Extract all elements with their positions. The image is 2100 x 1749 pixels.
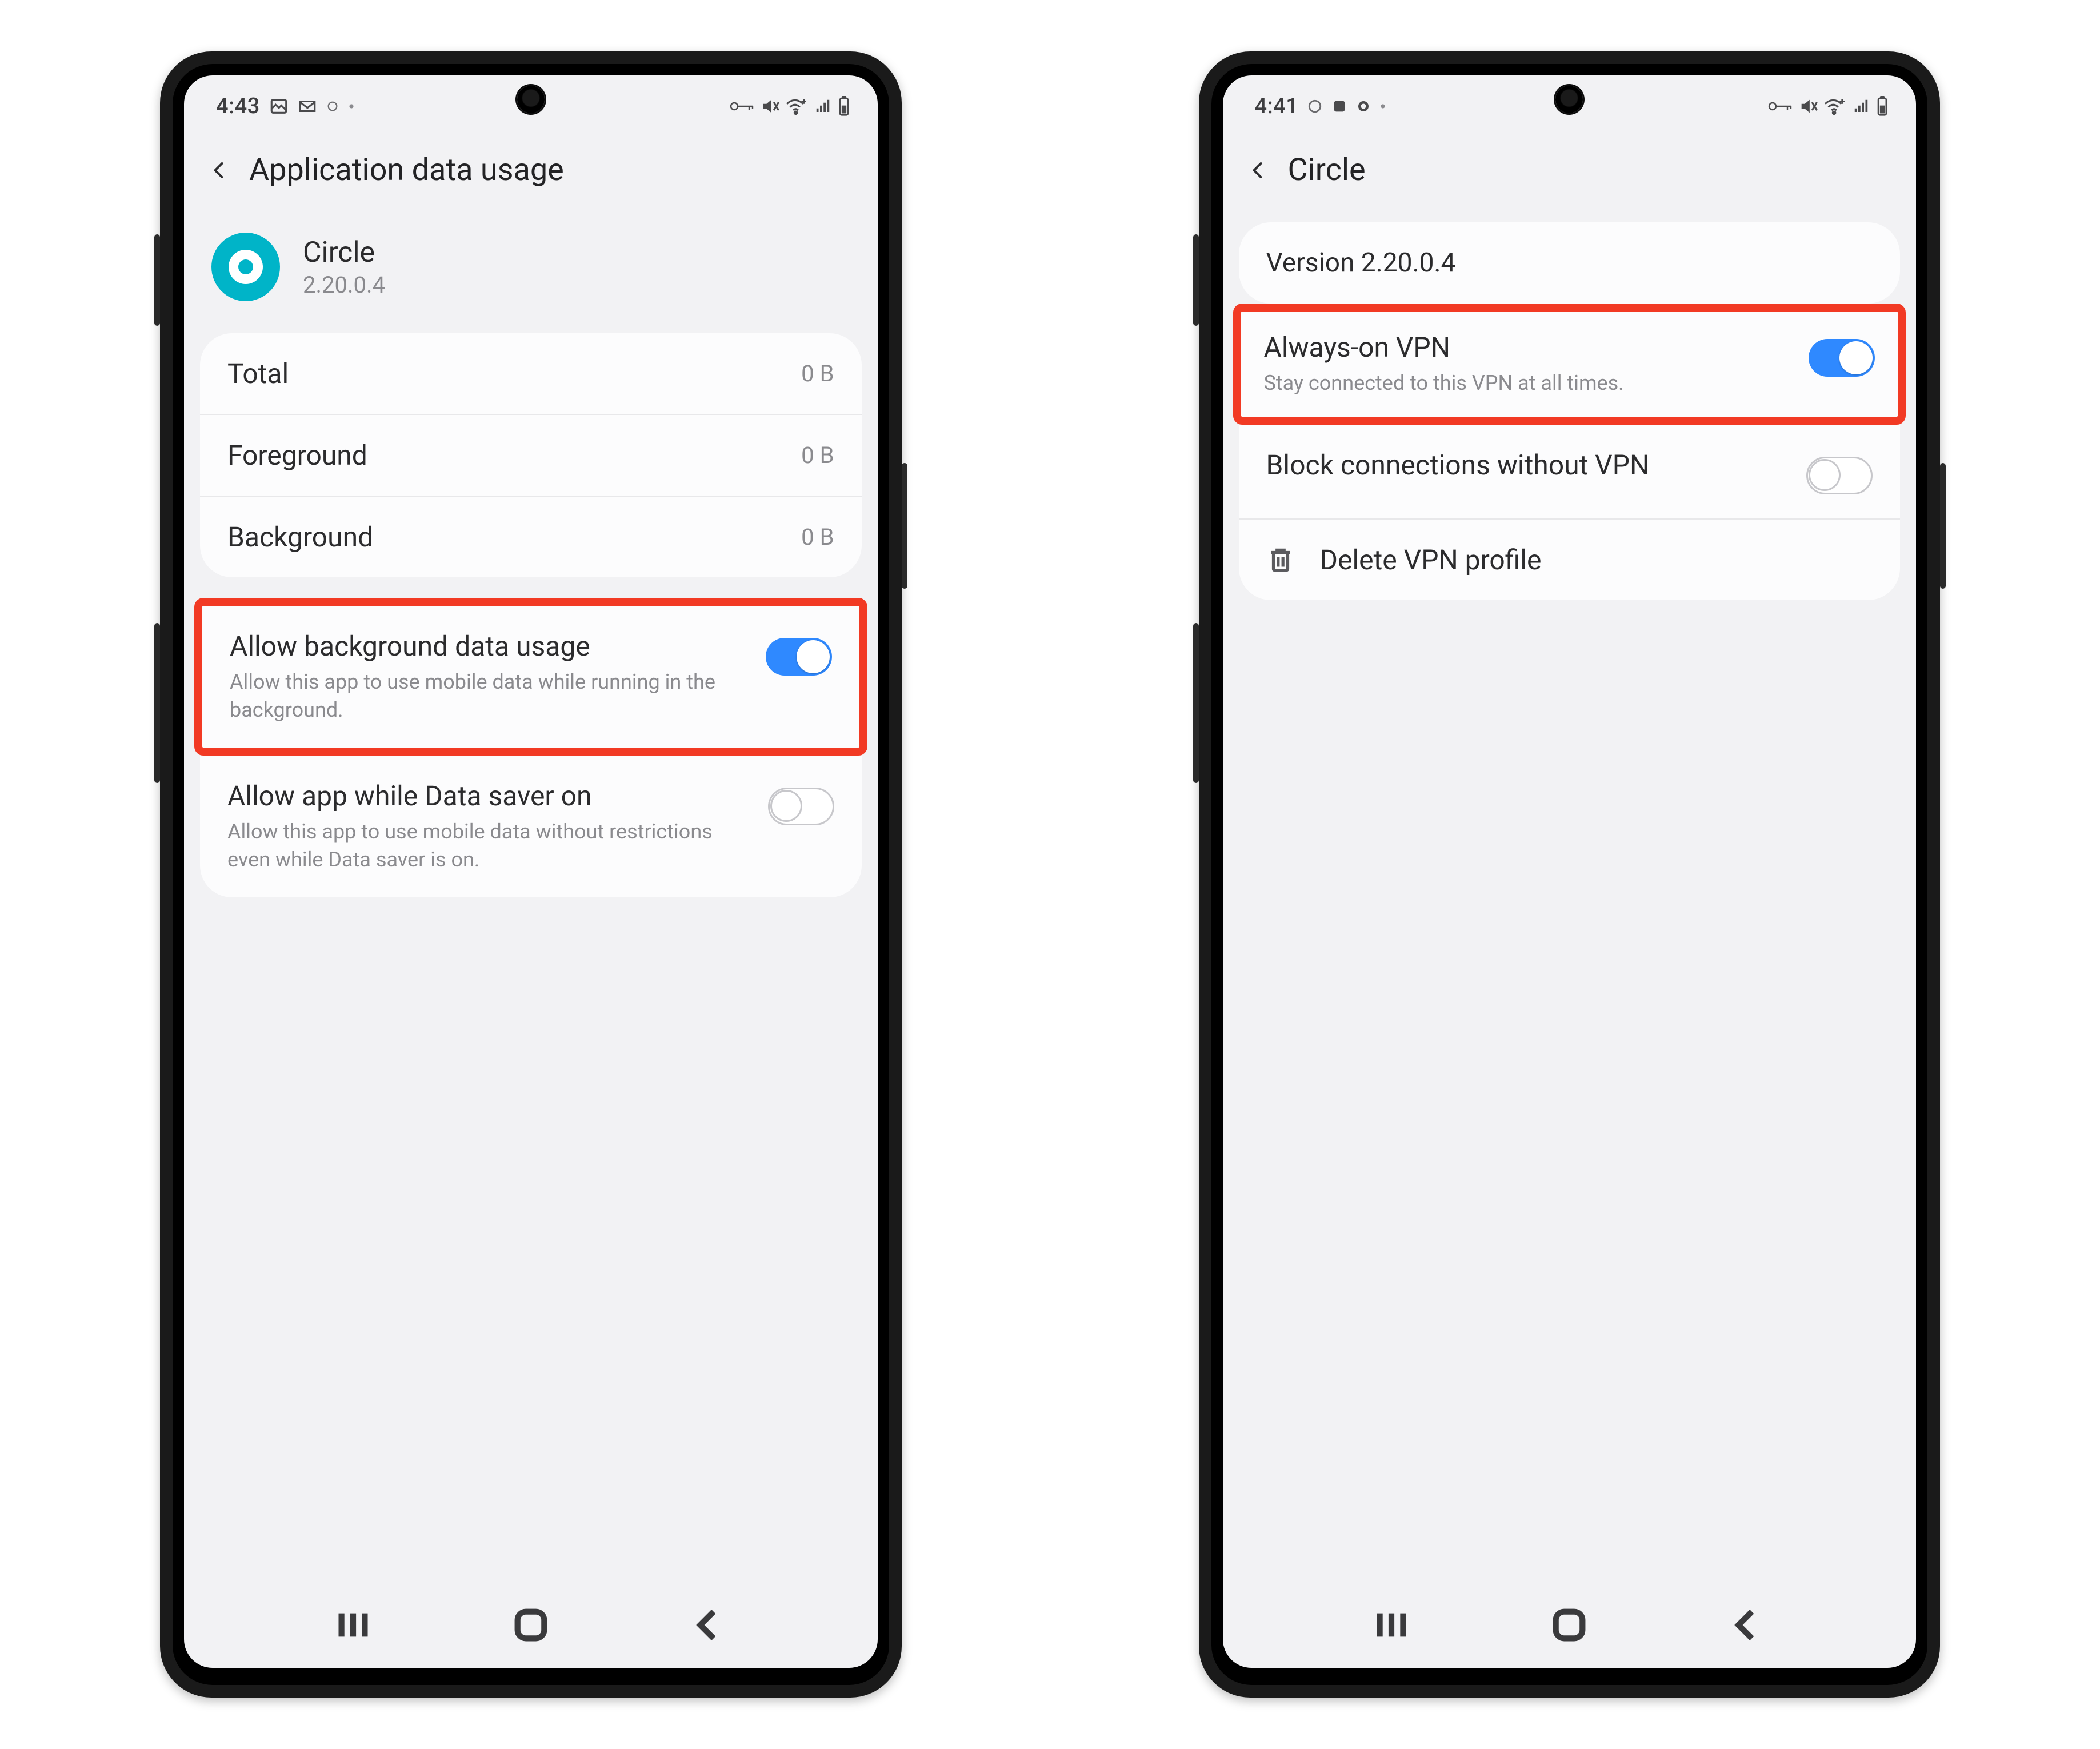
recents-button[interactable] (333, 1605, 373, 1645)
data-stats-card: Total 0 B Foreground 0 B Background 0 B (200, 333, 862, 577)
page-header: Circle (1223, 137, 1917, 222)
rect-solid-icon (1331, 98, 1347, 114)
stat-label: Background (227, 521, 801, 553)
android-navbar (1223, 1582, 1917, 1668)
always-on-vpn-toggle[interactable] (1809, 339, 1875, 377)
always-on-vpn-row[interactable]: Always-on VPN Stay connected to this VPN… (1241, 312, 1898, 417)
status-time: 4:43 (216, 94, 260, 119)
battery-icon (1876, 96, 1889, 117)
phone-left: 4:43 (160, 51, 902, 1698)
delete-vpn-row[interactable]: Delete VPN profile (1239, 518, 1901, 600)
allow-data-saver-toggle[interactable] (768, 788, 834, 825)
app-header: Circle 2.20.0.4 (184, 222, 878, 333)
block-without-vpn-toggle[interactable] (1806, 457, 1873, 494)
wifi-plus-icon (1823, 97, 1846, 116)
signal-icon (1852, 98, 1870, 115)
stat-total-row[interactable]: Total 0 B (200, 333, 862, 414)
stat-label: Foreground (227, 439, 801, 472)
back-button[interactable] (1248, 160, 1269, 181)
page-header: Application data usage (184, 137, 878, 222)
allow-background-data-toggle[interactable] (766, 638, 832, 676)
highlight-bg-data: Allow background data usage Allow this a… (194, 598, 867, 756)
wifi-plus-icon (785, 97, 808, 116)
app-name: Circle (303, 236, 385, 269)
circle-solid-icon (1357, 99, 1370, 113)
toggle-desc: Allow this app to use mobile data withou… (227, 818, 730, 873)
toggle-title: Allow background data usage (230, 630, 747, 662)
vpn-card: Version 2.20.0.4 (1239, 222, 1901, 304)
vpn-key-icon (729, 98, 754, 115)
picture-icon (269, 97, 289, 116)
vpn-card-lower: Block connections without VPN Delete VPN… (1239, 425, 1901, 600)
page-title: Circle (1288, 152, 1366, 188)
block-without-vpn-row[interactable]: Block connections without VPN (1239, 425, 1901, 518)
data-saver-card: Allow app while Data saver on Allow this… (200, 756, 862, 897)
home-button[interactable] (511, 1605, 551, 1645)
battery-icon (838, 96, 850, 117)
app-version: 2.20.0.4 (303, 271, 385, 298)
stat-background-row[interactable]: Background 0 B (200, 496, 862, 577)
gmail-icon (298, 97, 317, 116)
status-time: 4:41 (1255, 94, 1299, 119)
stat-value: 0 B (801, 360, 834, 387)
toggle-desc: Stay connected to this VPN at all times. (1264, 369, 1767, 397)
android-navbar (184, 1582, 878, 1668)
nav-back-button[interactable] (689, 1605, 729, 1645)
trash-icon (1266, 545, 1295, 574)
toggle-title: Always-on VPN (1264, 331, 1791, 364)
home-button[interactable] (1549, 1605, 1589, 1645)
dot-icon (348, 103, 355, 110)
allow-data-saver-row[interactable]: Allow app while Data saver on Allow this… (200, 756, 862, 897)
highlight-always-on: Always-on VPN Stay connected to this VPN… (1233, 304, 1906, 425)
phone-right: 4:41 (1199, 51, 1941, 1698)
nav-back-button[interactable] (1727, 1605, 1767, 1645)
stat-foreground-row[interactable]: Foreground 0 B (200, 414, 862, 496)
mute-icon (1798, 97, 1818, 116)
dot-icon (1379, 103, 1386, 110)
version-row: Version 2.20.0.4 (1239, 222, 1901, 304)
signal-icon (814, 98, 832, 115)
stat-label: Total (227, 357, 801, 390)
circle-open-icon (1307, 99, 1322, 114)
delete-label: Delete VPN profile (1320, 544, 1873, 576)
toggle-title: Block connections without VPN (1266, 449, 1789, 481)
version-label: Version 2.20.0.4 (1266, 247, 1873, 278)
circle-small-icon (326, 100, 339, 113)
recents-button[interactable] (1371, 1605, 1411, 1645)
mute-icon (760, 97, 779, 116)
allow-background-data-row[interactable]: Allow background data usage Allow this a… (202, 606, 859, 748)
page-title: Application data usage (249, 152, 564, 188)
toggle-desc: Allow this app to use mobile data while … (230, 668, 733, 724)
front-camera (1555, 86, 1583, 113)
back-button[interactable] (209, 160, 230, 181)
front-camera (517, 86, 545, 113)
circle-app-icon (211, 233, 280, 301)
stat-value: 0 B (801, 442, 834, 469)
vpn-key-icon (1767, 98, 1793, 115)
toggle-title: Allow app while Data saver on (227, 780, 750, 812)
stat-value: 0 B (801, 524, 834, 550)
